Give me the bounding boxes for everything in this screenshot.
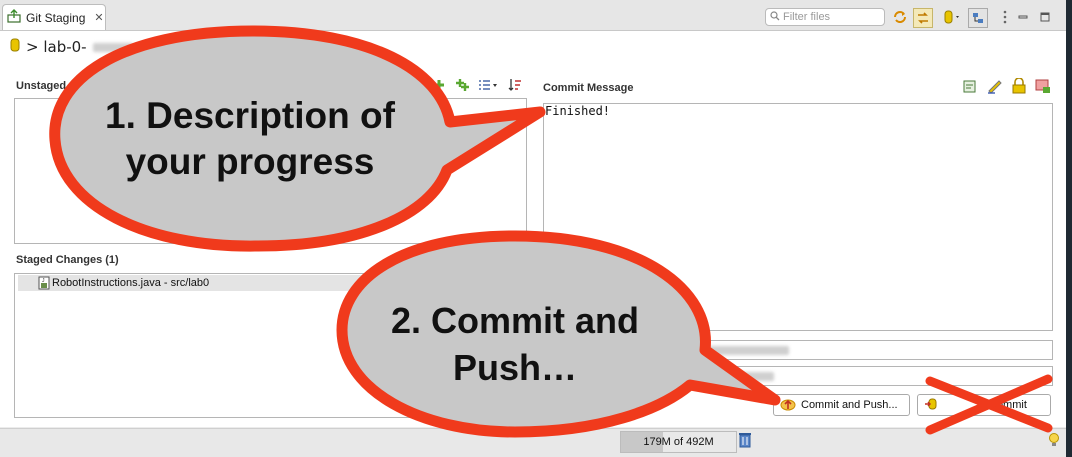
annotation-overlay: 1. Description of your progress 2. Commi… [49, 25, 1053, 438]
callout-bubble-1: 1. Description of your progress [49, 25, 546, 252]
callout-text-1b: your progress [126, 141, 375, 182]
red-cross-mark [925, 374, 1053, 435]
callout-text-1a: 1. Description of [105, 95, 396, 136]
callout-text-2a: 2. Commit and [391, 300, 639, 341]
callout-text-2b: Push… [453, 347, 577, 388]
callout-bubble-2: 2. Commit and Push… [336, 230, 781, 438]
